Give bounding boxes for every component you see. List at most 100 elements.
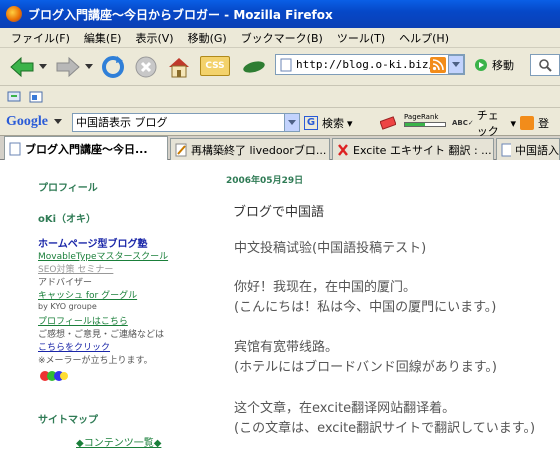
pagerank-fill — [405, 123, 425, 126]
chevron-down-icon: ▾ — [510, 116, 516, 130]
page-content: プロフィール oKi（オキ） ホームページ型ブログ塾 MovableTypeマス… — [0, 160, 560, 451]
profile-name: oKi（オキ） — [38, 214, 97, 225]
menu-file[interactable]: ファイル(F) — [4, 30, 77, 46]
page-icon — [280, 58, 292, 71]
page-icon — [501, 143, 511, 156]
home-icon — [169, 58, 189, 78]
window-title: ブログ入門講座～今日からブロガー - Mozilla Firefox — [28, 7, 333, 22]
seo-seminar-link[interactable]: SEO対策 セミナー — [38, 262, 113, 275]
menu-edit[interactable]: 編集(E) — [77, 30, 129, 46]
tab-bar: ブログ入門講座～今日... 再構築終了 livedoorブロ... Excite… — [0, 136, 560, 160]
google-search-button[interactable]: G 検索 ▾ — [304, 114, 370, 132]
cashflow-link[interactable]: キャッシュ for グーグル — [38, 288, 137, 301]
adviser-text: アドバイザー — [38, 278, 93, 288]
entry-line: 中文投稿试验(中国語投稿テスト) — [234, 241, 427, 256]
google-search-input[interactable]: 中国語表示 ブログ — [72, 113, 300, 132]
go-button[interactable]: 移動 — [474, 57, 514, 73]
entry-title: ブログで中国語 — [233, 205, 325, 220]
browser-window: ブログ入門講座～今日からブロガー - Mozilla Firefox ファイル(… — [0, 0, 560, 451]
page-icon — [9, 142, 21, 155]
tab-label: Excite エキサイト 翻訳 : ... — [353, 143, 492, 157]
rss-feed-button[interactable] — [430, 57, 446, 73]
entry-line: 你好！我现在，在中国的厦门。 — [234, 280, 417, 295]
by-kyo-text: by KYO groupe — [38, 302, 97, 311]
tab-label: ブログ入門講座～今日... — [25, 142, 148, 156]
reload-icon — [102, 56, 124, 78]
bookmark-page-icon — [29, 91, 43, 103]
forward-button[interactable] — [52, 53, 84, 81]
chevron-down-icon — [288, 119, 296, 125]
menu-tools[interactable]: ツール(T) — [330, 30, 392, 46]
popup-blocker-icon — [380, 116, 396, 130]
google-rss-button[interactable]: 登 — [520, 114, 560, 132]
tab-label: 再構築終了 livedoorブロ... — [191, 143, 327, 157]
bookmarks-toolbar — [0, 86, 560, 108]
chevron-down-icon — [452, 61, 460, 67]
profile-heading: プロフィール — [38, 183, 98, 194]
go-label: 移動 — [492, 59, 514, 72]
back-arrow-icon — [10, 56, 34, 78]
colorful-badge-icon — [39, 369, 69, 386]
google-g-icon: G — [304, 116, 318, 130]
home-button[interactable] — [164, 53, 194, 81]
chevron-down-icon — [54, 118, 62, 124]
search-icon — [539, 59, 552, 72]
forward-history-dropdown[interactable] — [84, 58, 94, 76]
stop-icon — [135, 56, 157, 78]
google-extra-label: 登 — [538, 117, 549, 130]
go-arrow-icon — [475, 59, 487, 71]
css-toggle-button[interactable]: CSS — [200, 56, 230, 76]
firefox-logo-icon — [6, 6, 22, 22]
leaf-extension-button[interactable] — [240, 54, 268, 80]
url-history-dropdown[interactable] — [448, 55, 464, 74]
bookmark-button-2[interactable] — [28, 89, 44, 105]
menu-bookmarks[interactable]: ブックマーク(B) — [234, 30, 330, 46]
tab-blog-intro[interactable]: ブログ入門講座～今日... — [4, 136, 168, 160]
google-logo-text: Google — [6, 113, 48, 129]
menu-help[interactable]: ヘルプ(H) — [392, 30, 456, 46]
rss-icon — [520, 116, 534, 130]
entry-line: (この文章は、excite翻訳サイトで翻訳しています。) — [234, 421, 536, 436]
entry-line: 这个文章，在excite翻译网站翻译着。 — [234, 401, 456, 416]
pagerank-label: PageRank — [404, 113, 439, 121]
url-text: http://blog.o-ki.biz/ — [296, 58, 436, 71]
tab-livedoor[interactable]: 再構築終了 livedoorブロ... — [170, 138, 330, 160]
excite-favicon-icon — [338, 143, 348, 156]
entry-line: (ホテルにはブロードバンド回線があります。) — [234, 360, 497, 375]
mt-school-link[interactable]: MovableTypeマスタースクール — [38, 249, 168, 262]
tab-excite[interactable]: Excite エキサイト 翻訳 : ... — [332, 138, 494, 160]
title-bar: ブログ入門講座～今日からブロガー - Mozilla Firefox — [0, 0, 560, 28]
rss-icon — [432, 59, 444, 71]
forward-arrow-icon — [56, 56, 80, 78]
bookmark-button-1[interactable] — [6, 89, 22, 105]
spell-check-label: チェック — [476, 109, 499, 138]
pagerank-indicator[interactable]: PageRank — [404, 113, 448, 133]
menu-view[interactable]: 表示(V) — [128, 30, 180, 46]
menu-bar: ファイル(F) 編集(E) 表示(V) 移動(G) ブックマーク(B) ツール(… — [0, 28, 560, 48]
entry-line: 宾馆有宽带线路。 — [234, 340, 339, 355]
pencil-page-icon — [175, 143, 187, 156]
sitemap-heading: サイトマップ — [38, 415, 98, 426]
chevron-down-icon: ▾ — [347, 116, 353, 130]
google-query-dropdown[interactable] — [284, 114, 299, 131]
contact-text: ご感想・ご意見・ご連絡などは — [38, 330, 165, 340]
click-here-link[interactable]: こちらをクリック — [38, 340, 110, 353]
mailer-note: ※メーラーが立ち上ります。 — [38, 356, 153, 366]
spell-check-button[interactable]: ABC✓ チェック ▾ — [452, 109, 516, 138]
profile-link[interactable]: プロフィールはこちら — [38, 314, 128, 327]
popup-blocker-button[interactable] — [378, 114, 398, 132]
back-history-dropdown[interactable] — [38, 58, 48, 76]
bookmark-window-icon — [7, 91, 21, 102]
reload-button[interactable] — [98, 53, 128, 81]
contents-list-link[interactable]: ◆コンテンツ一覧◆ — [76, 434, 161, 449]
tab-chinese[interactable]: 中国語入 — [496, 138, 560, 160]
spellcheck-icon: ABC✓ — [452, 119, 474, 127]
google-search-label: 検索 — [322, 117, 344, 130]
menu-go[interactable]: 移動(G) — [181, 30, 234, 46]
chevron-down-icon — [85, 64, 93, 69]
stop-button[interactable] — [132, 53, 160, 81]
search-box[interactable] — [530, 54, 560, 76]
tab-label: 中国語入 — [515, 143, 559, 157]
back-button[interactable] — [6, 53, 38, 81]
google-logo[interactable]: Google — [6, 114, 48, 130]
